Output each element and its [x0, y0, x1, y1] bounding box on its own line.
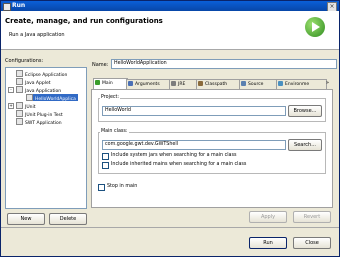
tab-classpath[interactable]: Classpath [196, 79, 241, 89]
tab-label: Classpath [205, 82, 228, 87]
tree-item-junit-plugin[interactable]: JUnit Plug-in Test [16, 110, 63, 118]
tree-item-eclipse-application[interactable]: Eclipse Application [16, 70, 67, 78]
expand-toggle[interactable]: + [8, 103, 14, 109]
tree-item-java-applet[interactable]: Java Applet [16, 78, 51, 86]
banner-subtitle: Run a Java application [9, 32, 65, 38]
tab-arguments[interactable]: Arguments [126, 79, 171, 89]
java-app-icon [16, 86, 23, 93]
arguments-icon [128, 81, 133, 86]
configurations-label: Configurations: [5, 58, 44, 64]
applet-icon [16, 78, 23, 85]
collapse-toggle[interactable]: - [8, 87, 14, 93]
tab-environment[interactable]: Environme [276, 79, 327, 89]
stop-in-main-label: Stop in main [107, 184, 138, 189]
config-tabs: Main Arguments JRE Classpath Source Envi… [91, 78, 335, 90]
configuration-tree[interactable]: Eclipse Application Java Applet - Java A… [5, 67, 87, 209]
app-icon [3, 3, 11, 11]
project-label: Project: [100, 95, 121, 100]
run-icon [305, 17, 325, 37]
footer-divider [1, 227, 339, 228]
tree-item-junit[interactable]: JUnit [16, 102, 36, 110]
new-button[interactable]: New [7, 213, 45, 225]
main-class-field[interactable]: com.google.gwt.dev.GWTShell [102, 140, 286, 150]
search-button[interactable]: Search... [288, 139, 322, 151]
banner-heading: Create, manage, and run configurations [5, 17, 163, 25]
run-dialog: Run × Create, manage, and run configurat… [0, 0, 340, 257]
name-label: Name: [92, 62, 109, 68]
title-bar: Run × [1, 1, 339, 12]
tab-label: Environme [285, 82, 310, 87]
tree-item-label: HelloWorldApplica [35, 97, 76, 102]
environment-icon [278, 81, 283, 86]
junit-plugin-icon [16, 110, 23, 117]
tab-label: Source [248, 82, 264, 87]
jre-icon [171, 81, 176, 86]
include-system-jars-label: Include system jars when searching for a… [111, 153, 237, 158]
header-banner: Create, manage, and run configurations R… [1, 11, 339, 50]
main-class-label: Main class: [100, 129, 129, 134]
classpath-icon [198, 81, 203, 86]
tree-item-label: SWT Application [25, 121, 62, 126]
name-field[interactable]: HelloWorldApplication [111, 59, 337, 69]
window-title: Run [12, 2, 26, 9]
java-app-icon [26, 94, 33, 101]
source-icon [241, 81, 246, 86]
junit-icon [16, 102, 23, 109]
tab-source[interactable]: Source [239, 79, 278, 89]
run-button[interactable]: Run [249, 237, 287, 249]
delete-button[interactable]: Delete [49, 213, 87, 225]
eclipse-icon [16, 70, 23, 77]
tab-label: Arguments [135, 82, 160, 87]
stop-in-main-checkbox[interactable] [98, 184, 105, 191]
browse-button[interactable]: Browse... [288, 105, 322, 117]
close-button[interactable]: Close [293, 237, 331, 249]
project-field[interactable]: HelloWorld [102, 106, 286, 116]
main-tab-icon [95, 80, 100, 85]
include-inherited-checkbox[interactable] [102, 162, 109, 169]
tree-item-swt-application[interactable]: SWT Application [16, 118, 62, 126]
tab-jre[interactable]: JRE [169, 79, 198, 89]
include-inherited-label: Include inherited mains when searching f… [111, 162, 247, 167]
tree-item-helloworld[interactable]: HelloWorldApplica [26, 94, 78, 102]
revert-button[interactable]: Revert [293, 211, 331, 223]
include-system-jars-checkbox[interactable] [102, 153, 109, 160]
tab-label: Main [102, 81, 113, 86]
swt-icon [16, 118, 23, 125]
tab-label: JRE [178, 82, 186, 87]
tabs-overflow-icon[interactable]: » [326, 80, 329, 86]
apply-button[interactable]: Apply [249, 211, 287, 223]
tree-item-java-application[interactable]: Java Application [16, 86, 61, 94]
main-tab-panel: Project: HelloWorld Browse... Main class… [91, 89, 333, 208]
